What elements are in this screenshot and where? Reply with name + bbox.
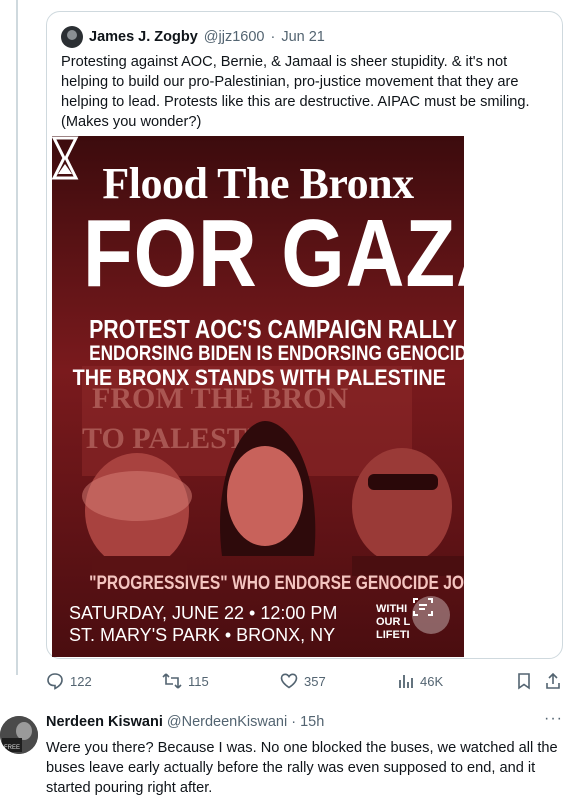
poster-line2: ENDORSING BIDEN IS ENDORSING GENOCIDE bbox=[89, 342, 464, 365]
quoted-tweet-text: Protesting against AOC, Bernie, & Jamaal… bbox=[61, 54, 530, 130]
reply-icon bbox=[47, 673, 63, 690]
author-handle[interactable]: @jjz1600 bbox=[204, 29, 265, 45]
quoted-tweet-header: James J. Zogby @jjz1600 · Jun 21 bbox=[61, 26, 325, 48]
avatar[interactable] bbox=[61, 26, 83, 48]
separator: · bbox=[270, 29, 276, 45]
logo-text-line1: WITHI bbox=[376, 603, 408, 615]
svg-text:FREE: FREE bbox=[4, 745, 20, 751]
thread-connector-line bbox=[16, 0, 18, 675]
svg-text:TO PALESTI: TO PALESTI bbox=[82, 422, 258, 455]
like-button[interactable]: 357 bbox=[280, 672, 326, 690]
poster-line1: PROTEST AOC'S CAMPAIGN RALLY bbox=[89, 314, 458, 344]
poster-location: ST. MARY'S PARK • BRONX, NY bbox=[69, 625, 336, 645]
tweet-time[interactable]: 15h bbox=[300, 714, 324, 730]
poster-event-details: SATURDAY, JUNE 22 • 12:00 PM ST. MARY'S … bbox=[69, 602, 337, 646]
author-handle[interactable]: @NerdeenKiswani bbox=[167, 714, 287, 730]
tweet-date[interactable]: Jun 21 bbox=[281, 29, 325, 45]
tweet-action-bar: 122 115 357 46K bbox=[46, 670, 563, 692]
views-button[interactable]: 46K bbox=[398, 672, 443, 690]
repost-count: 115 bbox=[188, 673, 209, 689]
lens-icon bbox=[413, 598, 433, 616]
reply-count: 122 bbox=[70, 673, 92, 689]
author-name[interactable]: Nerdeen Kiswani bbox=[46, 714, 163, 730]
share-button[interactable] bbox=[544, 672, 562, 690]
reply-button[interactable]: 122 bbox=[46, 672, 92, 690]
poster-date-time: SATURDAY, JUNE 22 • 12:00 PM bbox=[69, 603, 338, 623]
poster-line3: THE BRONX STANDS WITH PALESTINE bbox=[72, 365, 446, 390]
hourglass-logo-icon bbox=[52, 136, 79, 180]
lens-button[interactable] bbox=[412, 596, 450, 634]
views-count: 46K bbox=[420, 673, 444, 689]
avatar[interactable]: FREE bbox=[0, 716, 38, 754]
poster-caption: "PROGRESSIVES" WHO ENDORSE GENOCIDE JOE bbox=[89, 573, 464, 594]
reply-text: Were you there? Because I was. No one bl… bbox=[46, 740, 558, 796]
poster-logo-text: WITHI OUR L LIFETI bbox=[376, 603, 410, 642]
poster-title-line2: FOR GAZA bbox=[82, 200, 464, 307]
bookmark-button[interactable] bbox=[516, 672, 532, 690]
repost-button[interactable]: 115 bbox=[162, 672, 209, 690]
author-name[interactable]: James J. Zogby bbox=[89, 29, 198, 45]
views-icon bbox=[399, 675, 413, 688]
like-count: 357 bbox=[304, 673, 326, 689]
separator: · bbox=[291, 714, 297, 730]
avatar-image: FREE bbox=[0, 716, 38, 754]
reply-header: Nerdeen Kiswani @NerdeenKiswani · 15h bbox=[46, 714, 324, 730]
repost-icon bbox=[162, 673, 182, 689]
bookmark-icon bbox=[518, 673, 530, 690]
logo-text-line2: OUR L bbox=[376, 616, 411, 628]
like-icon bbox=[280, 673, 298, 689]
share-icon bbox=[546, 672, 560, 689]
logo-text-line3: LIFETI bbox=[376, 629, 410, 641]
more-icon[interactable]: ··· bbox=[544, 710, 563, 728]
poster-image[interactable]: FROM THE BRON TO PALESTI Flood The Bronx… bbox=[52, 136, 464, 657]
